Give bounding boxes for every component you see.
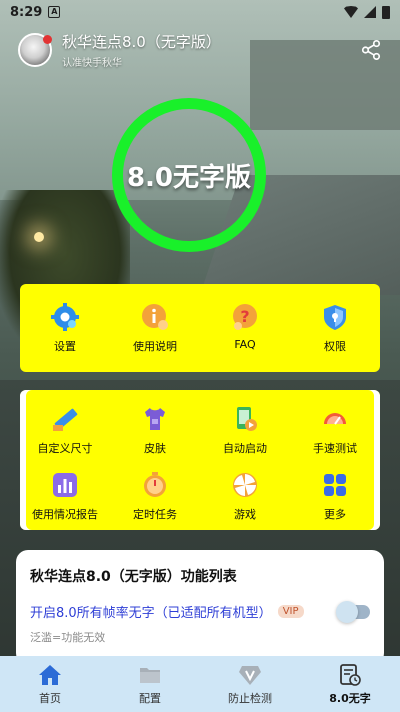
ring-label: 8.0无字版 (126, 162, 252, 193)
status-bar: 8:29 A (0, 0, 400, 24)
status-icons (344, 5, 390, 19)
speedometer-icon (320, 404, 350, 434)
app-title: 秋华连点8.0（无字版） (62, 33, 221, 51)
tool-item-skin[interactable]: 皮肤 (110, 404, 200, 456)
home-icon (38, 663, 62, 687)
ruler-icon (50, 404, 80, 434)
feature-card-title: 秋华连点8.0（无字版）功能列表 (30, 569, 237, 585)
menu-item-label: FAQ (234, 338, 256, 351)
tool-item-games[interactable]: 游戏 (200, 470, 290, 522)
tools-menu-panel: 自定义尺寸 皮肤 自动启动 手速测试 使用情况报告 定时任务 游戏 更多 (20, 390, 380, 530)
wifi-icon (344, 6, 358, 18)
status-time: 8:29 (10, 4, 43, 20)
signal-icon (364, 6, 376, 18)
vip-badge: VIP (277, 605, 304, 618)
tool-item-custom-size[interactable]: 自定义尺寸 (20, 404, 110, 456)
menu-item-instructions[interactable]: 使用说明 (110, 302, 200, 354)
avatar[interactable] (18, 33, 52, 67)
nav-tab-label: 配置 (139, 691, 161, 705)
app-subtitle: 认准快手秋华 (62, 58, 122, 69)
auto-start-icon (230, 404, 260, 434)
tool-item-auto-start[interactable]: 自动启动 (200, 404, 290, 456)
top-menu-panel: 设置 使用说明 ? FAQ 权限 (20, 284, 380, 372)
folder-icon (138, 663, 162, 687)
tool-item-label: 更多 (324, 508, 346, 521)
share-icon[interactable] (360, 39, 382, 61)
info-icon (140, 302, 170, 332)
feature-name: 开启8.0所有帧率无字（已适配所有机型） (30, 606, 272, 621)
tool-item-label: 自动启动 (223, 442, 267, 455)
start-ring-button[interactable]: 8.0无字版 (112, 98, 266, 252)
document-clock-icon (338, 663, 362, 687)
battery-icon (382, 5, 390, 19)
stopwatch-icon (140, 470, 170, 500)
tshirt-icon (140, 404, 170, 434)
tool-item-speed-test[interactable]: 手速测试 (290, 404, 380, 456)
toggle-knob (336, 600, 358, 623)
nav-tab-config[interactable]: 配置 (100, 656, 200, 712)
feature-toggle[interactable] (336, 600, 370, 623)
app-header: 秋华连点8.0（无字版） 认准快手秋华 (0, 28, 400, 72)
notification-a-icon: A (48, 6, 61, 18)
tool-item-label: 皮肤 (144, 442, 166, 455)
tool-item-more[interactable]: 更多 (290, 470, 380, 522)
header-titles: 秋华连点8.0（无字版） 认准快手秋华 (62, 31, 221, 69)
bar-chart-icon (50, 470, 80, 500)
nav-tab-home[interactable]: 首页 (0, 656, 100, 712)
tool-item-label: 手速测试 (313, 442, 357, 455)
tool-item-label: 自定义尺寸 (37, 442, 93, 455)
tool-item-label: 游戏 (234, 508, 256, 521)
grid-icon (320, 470, 350, 500)
nav-tab-8-0-no-text[interactable]: 8.0无字 (300, 656, 400, 712)
tool-item-label: 定时任务 (133, 508, 177, 521)
nav-tab-label: 8.0无字 (329, 691, 371, 705)
background-lamp (34, 232, 44, 242)
feature-row: 开启8.0所有帧率无字（已适配所有机型） VIP (30, 600, 370, 623)
gear-icon (50, 302, 80, 332)
question-icon: ? (230, 302, 260, 332)
nav-tab-label: 首页 (39, 691, 61, 705)
menu-item-label: 使用说明 (133, 340, 177, 353)
pinwheel-icon (230, 470, 260, 500)
feature-note: 泛滥=功能无效 (30, 631, 106, 644)
bottom-navigation: 首页 配置 防止检测 8.0无字 (0, 656, 400, 712)
tool-item-label: 使用情况报告 (32, 508, 98, 521)
tool-item-usage-report[interactable]: 使用情况报告 (20, 470, 110, 522)
menu-item-permissions[interactable]: 权限 (290, 302, 380, 354)
menu-item-label: 设置 (54, 340, 76, 353)
menu-item-settings[interactable]: 设置 (20, 302, 110, 354)
shield-icon (320, 302, 350, 332)
diamond-v-icon (238, 663, 262, 687)
nav-tab-anti-detect[interactable]: 防止检测 (200, 656, 300, 712)
svg-text:?: ? (240, 307, 249, 326)
tool-item-scheduled-task[interactable]: 定时任务 (110, 470, 200, 522)
menu-item-faq[interactable]: ? FAQ (200, 302, 290, 354)
menu-item-label: 权限 (324, 340, 346, 353)
nav-tab-label: 防止检测 (228, 691, 272, 705)
feature-list-card: 秋华连点8.0（无字版）功能列表 开启8.0所有帧率无字（已适配所有机型） VI… (16, 550, 384, 665)
